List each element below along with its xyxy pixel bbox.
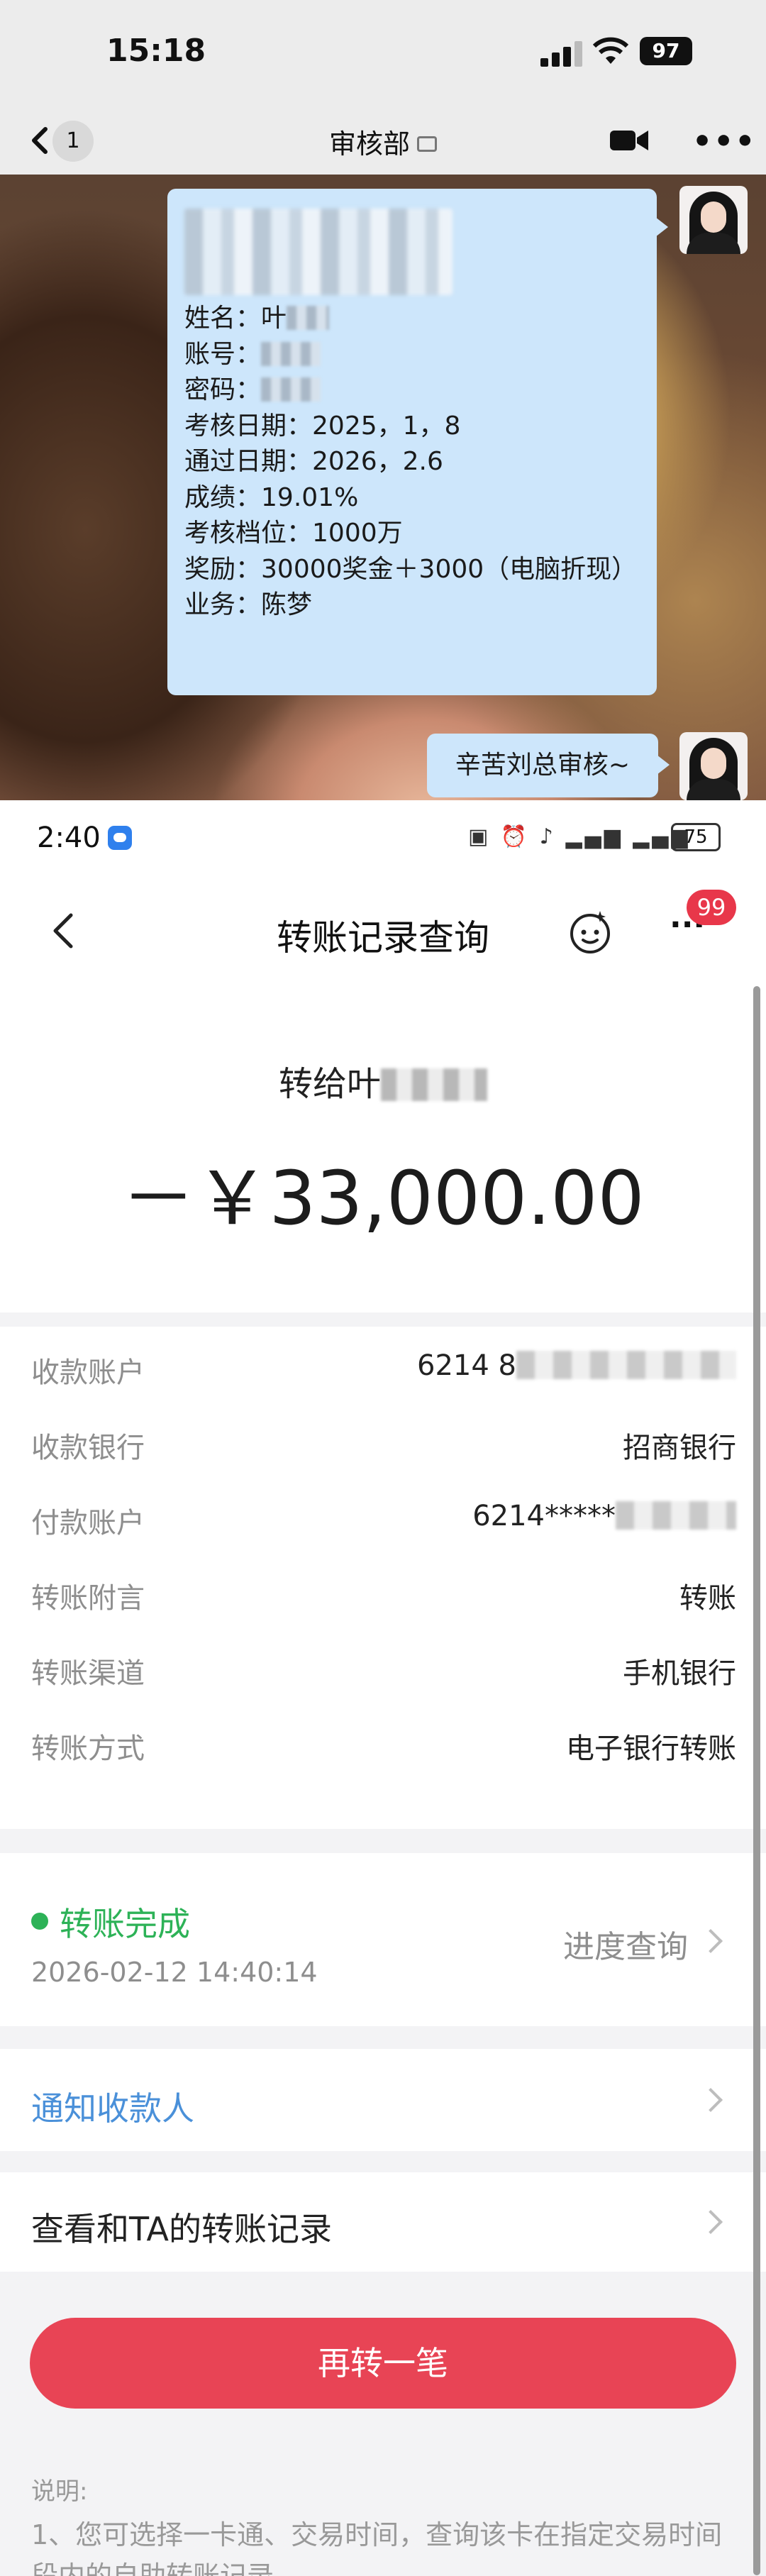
status-bar: 15:18 97 — [0, 0, 766, 106]
chat-notification-icon — [108, 826, 132, 850]
redacted-image — [184, 209, 453, 295]
redacted-text — [287, 306, 330, 330]
note-title: 说明: — [31, 2477, 88, 2506]
transfer-history-row[interactable]: 查看和TA的转账记录 — [0, 2172, 766, 2272]
note-body: 1、您可选择一卡通、交易时间，查询该卡在指定交易时间段内的自助转账记录。 — [31, 2519, 723, 2576]
progress-query-link[interactable]: 进度查询 — [563, 1921, 688, 1967]
redacted-text — [381, 1068, 487, 1101]
wifi-icon — [593, 37, 628, 64]
message-line-name: 姓名：叶 — [184, 301, 640, 337]
detail-row-method: 转账方式 电子银行转账 — [31, 1732, 736, 1765]
bank-app-screenshot: 2:40 ▣ ⏰ ♪ ▂▄▆ ▂▄▆ 75 转账记录查询 ··· 99 转给叶 … — [0, 800, 766, 2576]
status-icons: ▣ ⏰ ♪ ▂▄▆ ▂▄▆ — [468, 824, 691, 849]
chevron-right-icon — [699, 1929, 723, 1953]
battery-icon: 75 — [671, 823, 721, 851]
battery-icon: 97 — [640, 37, 692, 65]
chat-title: 审核部 — [0, 122, 766, 161]
avatar[interactable] — [679, 186, 748, 254]
page-header: 转账记录查询 ··· 99 — [0, 878, 766, 983]
message-line-account: 账号： — [184, 337, 640, 373]
status-dot-icon — [31, 1913, 48, 1930]
status-bar: 2:40 ▣ ⏰ ♪ ▂▄▆ ▂▄▆ 75 — [0, 800, 766, 878]
redacted-text — [261, 341, 321, 366]
more-icon[interactable]: ••• — [692, 123, 756, 160]
signal-icon — [540, 41, 584, 67]
status-time: 2026-02-12 14:40:14 — [31, 1957, 318, 1988]
redacted-text — [616, 1501, 736, 1530]
message-line-score: 成绩：19.01% — [184, 482, 359, 512]
avatar[interactable] — [679, 732, 748, 800]
message-line-pass-date: 通过日期：2026，2.6 — [184, 447, 443, 476]
message-line-reward: 奖励：30000奖金＋3000（电脑折现） — [184, 554, 638, 584]
transfer-status-card[interactable]: 转账完成 2026-02-12 14:40:14 进度查询 — [0, 1853, 766, 2026]
status-text: 转账完成 — [60, 1905, 190, 1943]
assistant-icon[interactable] — [566, 908, 614, 956]
transfer-history-link[interactable]: 查看和TA的转账记录 — [31, 2204, 332, 2250]
chat-header: 1 审核部 ••• — [0, 106, 766, 175]
payee-name: 转给叶 — [0, 1056, 766, 1105]
page-title: 转账记录查询 — [277, 917, 489, 958]
transfer-details: 收款账户 6214 8 收款银行 招商银行 付款账户 6214***** 转账附… — [0, 1327, 766, 1829]
video-call-icon[interactable] — [609, 125, 650, 156]
redacted-text — [261, 377, 321, 402]
notify-payee-row[interactable]: 通知收款人 — [0, 2049, 766, 2151]
message-line-exam-date: 考核日期：2025，1，8 — [184, 411, 461, 441]
message-bubble[interactable]: 姓名：叶 账号： 密码： 考核日期：2025，1，8 通过日期：2026，2.6… — [167, 189, 668, 695]
chevron-right-icon — [699, 2088, 723, 2112]
detail-row-payee-bank: 收款银行 招商银行 — [31, 1432, 736, 1464]
redacted-text — [516, 1351, 736, 1379]
detail-row-payee-account: 收款账户 6214 8 — [0, 1327, 766, 1402]
detail-row-channel: 转账渠道 手机银行 — [31, 1657, 736, 1690]
scrollbar[interactable] — [753, 986, 760, 2575]
chevron-right-icon — [699, 2210, 723, 2234]
reply-bubble[interactable]: 辛苦刘总审核~ — [427, 734, 670, 797]
detail-row-remark: 转账附言 转账 — [31, 1582, 736, 1615]
chat-screenshot: 15:18 97 1 审核部 ••• 姓名：叶 账号： 密码： 考核日期：202… — [0, 0, 766, 800]
transfer-amount: －￥33,000.00 — [121, 1155, 645, 1242]
status-time: 2:40 — [37, 822, 101, 854]
notification-badge[interactable]: 99 — [687, 890, 736, 925]
notify-payee-link[interactable]: 通知收款人 — [31, 2083, 194, 2130]
message-line-tier: 考核档位：1000万 — [184, 519, 403, 548]
computer-icon — [417, 136, 437, 152]
transfer-again-button[interactable]: 再转一笔 — [30, 2318, 736, 2409]
transfer-summary: 转给叶 －￥33,000.00 — [0, 983, 766, 1312]
message-line-password: 密码： — [184, 372, 640, 409]
status-time: 15:18 — [106, 33, 206, 69]
message-line-business: 业务：陈梦 — [184, 590, 313, 619]
detail-row-payer-account: 付款账户 6214***** — [0, 1477, 766, 1552]
